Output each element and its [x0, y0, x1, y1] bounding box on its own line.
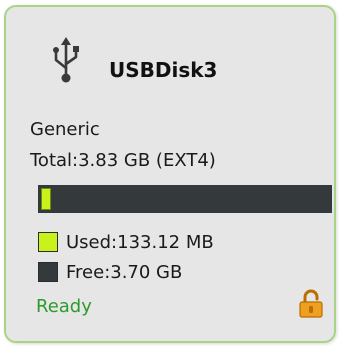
- disk-name: USBDisk3: [109, 58, 218, 82]
- usage-bar-used-fill: [41, 188, 51, 210]
- legend-used: Used:133.12 MB: [38, 229, 214, 255]
- used-label: Used:133.12 MB: [66, 231, 214, 253]
- used-swatch: [38, 232, 58, 252]
- usage-bar: [38, 185, 332, 213]
- usb-disk-card[interactable]: USBDisk3 Generic Total:3.83 GB (EXT4) Us…: [4, 5, 336, 343]
- status-text: Ready: [36, 296, 92, 317]
- unlock-icon[interactable]: [298, 289, 324, 319]
- legend-free: Free:3.70 GB: [38, 259, 182, 285]
- total-capacity-label: Total:3.83 GB (EXT4): [30, 150, 216, 171]
- usb-icon: [53, 37, 79, 83]
- free-label: Free:3.70 GB: [66, 261, 183, 283]
- free-swatch: [38, 262, 58, 282]
- vendor-label: Generic: [30, 119, 100, 140]
